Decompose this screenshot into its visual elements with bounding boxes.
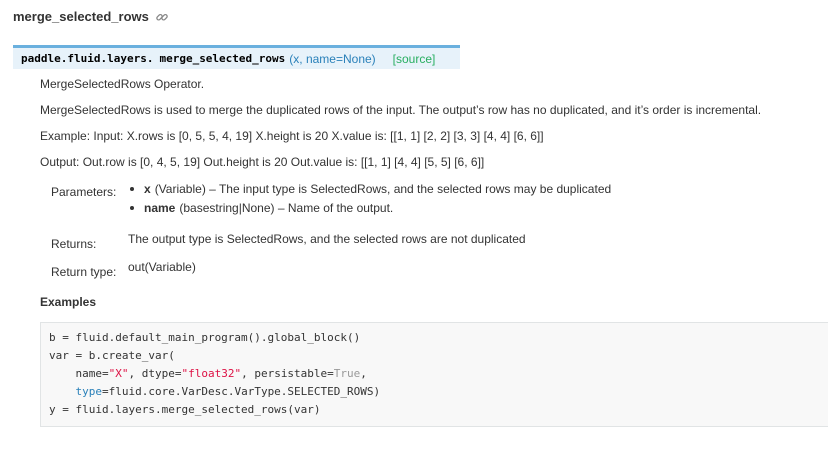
code-line: type=fluid.core.VarDesc.VarType.SELECTED… bbox=[75, 385, 381, 398]
permalink-icon[interactable] bbox=[155, 10, 169, 24]
signature-params: (x, name=None) bbox=[289, 51, 376, 66]
signature-function: merge_selected_rows bbox=[159, 52, 286, 65]
page-title: merge_selected_rows bbox=[13, 9, 169, 24]
parameter-item: name (basestring|None) – Name of the out… bbox=[128, 201, 611, 215]
parameter-list: x (Variable) – The input type is Selecte… bbox=[128, 182, 611, 215]
returns-desc: The output type is SelectedRows, and the… bbox=[128, 232, 526, 246]
code-line: var = b.create_var( bbox=[49, 349, 175, 362]
return-type-desc: out(Variable) bbox=[128, 260, 196, 274]
returns-label: Returns: bbox=[51, 237, 97, 251]
code-line: name="X", dtype="float32", persistable=T… bbox=[49, 367, 367, 380]
parameter-item: x (Variable) – The input type is Selecte… bbox=[128, 182, 611, 196]
signature-module: paddle.fluid.layers. bbox=[21, 52, 154, 65]
parameters-label: Parameters: bbox=[51, 185, 117, 199]
code-line: y = fluid.layers.merge_selected_rows(var… bbox=[49, 403, 321, 416]
parameter-desc: (basestring|None) – Name of the output. bbox=[179, 201, 394, 215]
code-block: b = fluid.default_main_program().global_… bbox=[40, 322, 828, 427]
code-line: b = fluid.default_main_program().global_… bbox=[49, 331, 361, 344]
description-line: MergeSelectedRows is used to merge the d… bbox=[40, 103, 762, 117]
parameter-name: x bbox=[144, 182, 151, 196]
examples-heading: Examples bbox=[40, 295, 97, 309]
description-line: MergeSelectedRows Operator. bbox=[40, 77, 205, 91]
description-line: Example: Input: X.rows is [0, 5, 5, 4, 1… bbox=[40, 129, 544, 143]
page-title-text: merge_selected_rows bbox=[13, 9, 149, 24]
parameter-desc: (Variable) – The input type is SelectedR… bbox=[154, 182, 612, 196]
parameter-name: name bbox=[144, 201, 176, 215]
source-link[interactable]: [source] bbox=[393, 52, 436, 66]
return-type-label: Return type: bbox=[51, 265, 117, 279]
bullet-icon bbox=[130, 206, 134, 210]
function-signature: paddle.fluid.layers. merge_selected_rows… bbox=[13, 45, 460, 69]
bullet-icon bbox=[130, 187, 134, 191]
description-line: Output: Out.row is [0, 4, 5, 19] Out.hei… bbox=[40, 155, 485, 169]
